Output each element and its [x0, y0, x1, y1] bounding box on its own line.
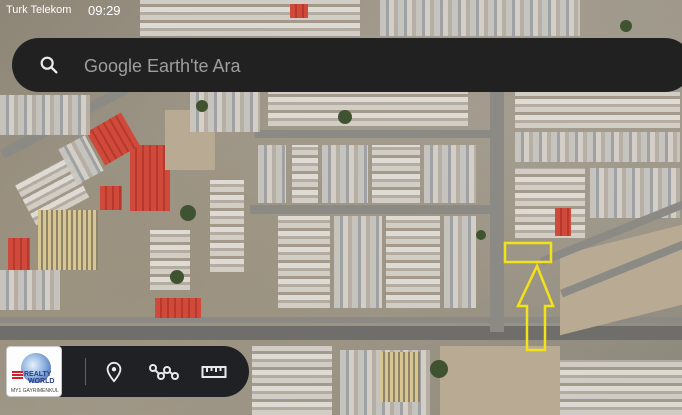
measure-button[interactable]: [198, 356, 230, 388]
up-arrow: [516, 262, 555, 352]
status-bar: Turk Telekom 09:29: [0, 0, 682, 22]
clock: 09:29: [88, 3, 121, 18]
carrier-label: Turk Telekom: [6, 4, 72, 16]
search-icon[interactable]: [38, 54, 60, 76]
add-placemark-button[interactable]: [98, 356, 130, 388]
logo-tagline: MY1 GAYRIMENKUL: [11, 388, 59, 394]
flag-icon: [12, 371, 23, 379]
path-icon: [149, 364, 179, 380]
realty-world-logo: REALTY WORLD MY1 GAYRIMENKUL: [6, 346, 62, 397]
location-pin-icon: [106, 361, 122, 383]
toolbar-divider: [85, 358, 86, 385]
search-input[interactable]: [84, 54, 644, 78]
ruler-icon: [201, 366, 227, 378]
search-bar[interactable]: [12, 38, 682, 92]
draw-path-button[interactable]: [148, 356, 180, 388]
logo-line1: REALTY: [24, 371, 52, 378]
logo-line2: WORLD: [28, 378, 55, 385]
bottom-toolbar: REALTY WORLD MY1 GAYRIMENKUL: [6, 346, 249, 397]
highlight-rectangle: [503, 241, 553, 264]
